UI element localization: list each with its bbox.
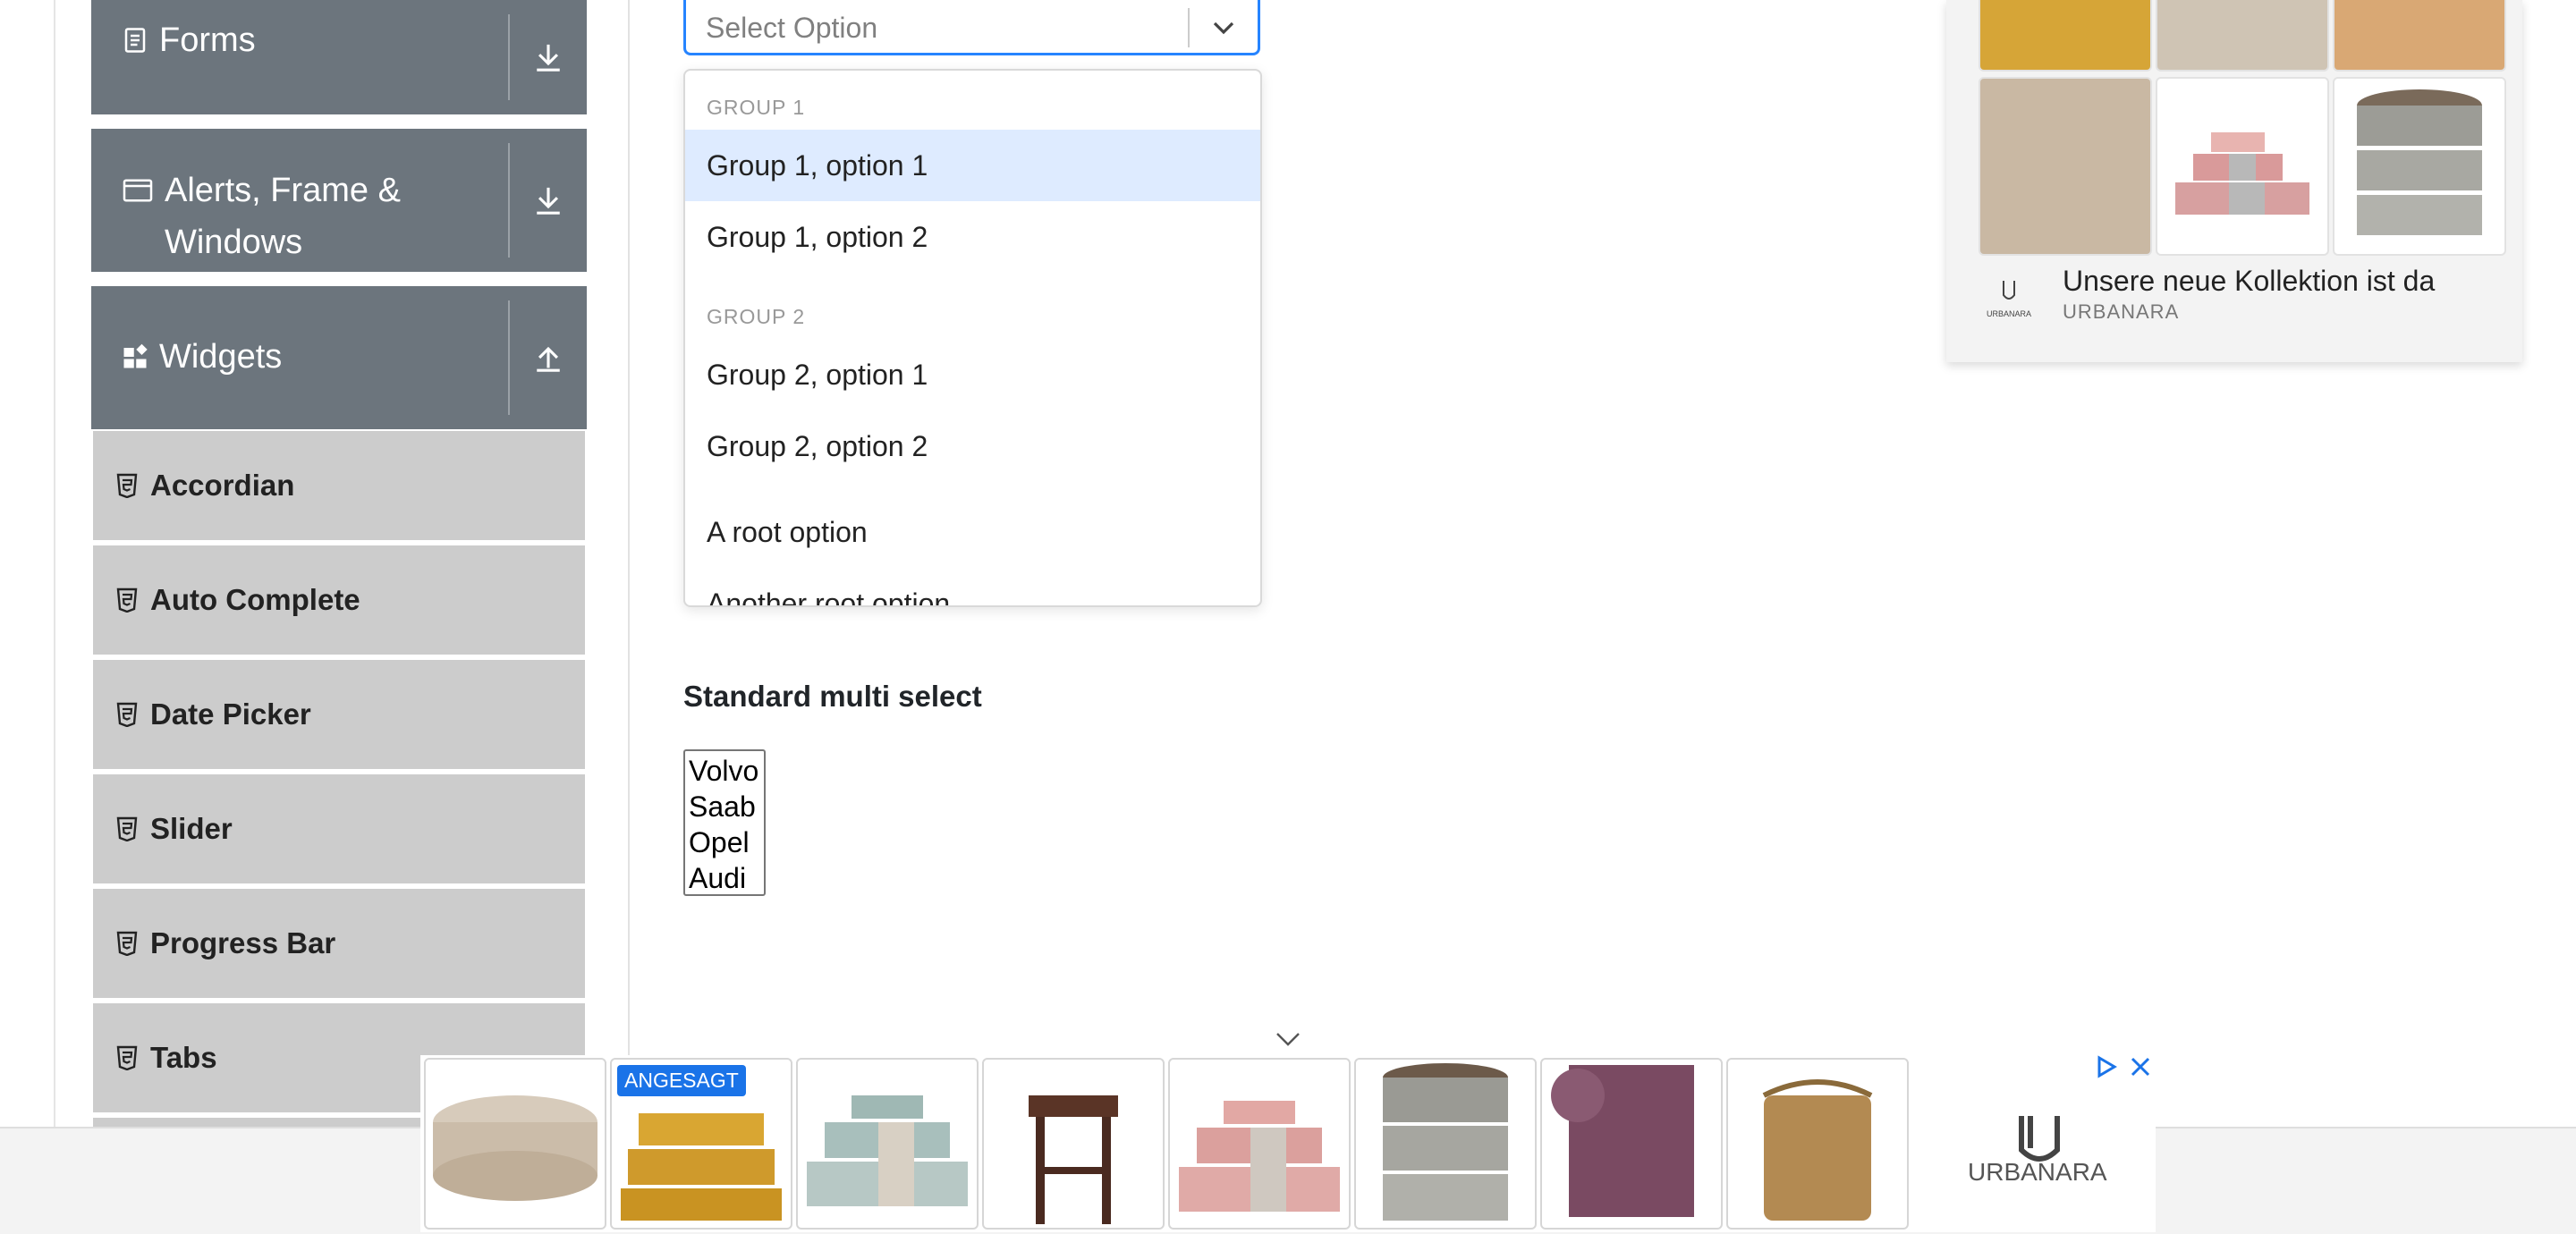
- cars-multi-select[interactable]: Volvo Saab Opel Audi: [683, 749, 766, 896]
- html5-icon: [116, 702, 138, 727]
- html5-icon: [116, 816, 138, 841]
- ad-product-image[interactable]: [982, 1058, 1165, 1230]
- widgets-icon: [123, 343, 148, 368]
- bowls-image: [2357, 89, 2482, 235]
- menu-option[interactable]: Another root option: [685, 568, 1260, 606]
- menu-option[interactable]: Group 2, option 1: [685, 339, 1260, 410]
- sidebar-group-alerts[interactable]: Alerts, Frame & Windows: [91, 129, 587, 272]
- sidebar-group-label-line2: Windows: [165, 224, 303, 261]
- close-icon[interactable]: [2129, 1055, 2152, 1078]
- download-arrow-icon: [537, 44, 560, 72]
- html5-icon: [116, 473, 138, 498]
- ad-caption[interactable]: Unsere neue Kollektion ist da: [2063, 265, 2435, 298]
- download-arrow-icon: [537, 187, 560, 215]
- html5-icon: [116, 587, 138, 613]
- sidebar-item-label: Accordian: [150, 469, 295, 502]
- sidebar-group-label: Alerts, Frame &: [165, 172, 401, 209]
- ad-product-image[interactable]: [2156, 0, 2329, 72]
- html5-icon: [116, 931, 138, 956]
- ad-controls: [2095, 1055, 2152, 1078]
- sidebar-item-label: Tabs: [150, 1041, 217, 1074]
- ad-brand: URBANARA: [2063, 300, 2180, 323]
- ad-product-image[interactable]: [1726, 1058, 1909, 1230]
- select-option-dropdown[interactable]: Select Option: [683, 0, 1260, 55]
- form-icon: [124, 28, 146, 53]
- dropdown-indicator[interactable]: [1190, 2, 1258, 36]
- adchoices-play-icon[interactable]: [2095, 1055, 2118, 1078]
- group-heading: GROUP 2: [707, 305, 806, 328]
- sidebar-item-accordian[interactable]: Accordian: [93, 431, 585, 540]
- group-heading: GROUP 1: [707, 96, 806, 119]
- sidebar-item-progress-bar[interactable]: Progress Bar: [93, 889, 585, 998]
- multi-select-option[interactable]: Opel: [689, 824, 760, 860]
- bowls-image: [1383, 1063, 1508, 1221]
- ad-product-image[interactable]: [1168, 1058, 1351, 1230]
- content-divider: [628, 0, 630, 1127]
- pouf-image: [433, 1095, 597, 1201]
- ad-product-image[interactable]: [1979, 0, 2152, 72]
- ad-product-image[interactable]: [1979, 77, 2152, 256]
- stool-image: [1029, 1095, 1118, 1224]
- group-toggle-button[interactable]: [510, 286, 587, 429]
- svg-text:URBANARA: URBANARA: [1987, 309, 2031, 318]
- multi-select-option[interactable]: Saab: [689, 789, 760, 824]
- sidebar-item-label: Slider: [150, 812, 233, 845]
- basket-image: [1762, 1079, 1873, 1221]
- sidebar-item-slider[interactable]: Slider: [93, 774, 585, 883]
- advertisement-bottom[interactable]: ANGESAGT: [420, 1055, 2156, 1232]
- multi-select-option[interactable]: Volvo: [689, 753, 760, 789]
- sidebar-item-label: Date Picker: [150, 697, 311, 731]
- page-container-border: [54, 0, 55, 1127]
- menu-option[interactable]: Group 2, option 2: [685, 410, 1260, 482]
- sidebar-item-date-picker[interactable]: Date Picker: [93, 660, 585, 769]
- group-toggle-button[interactable]: [510, 129, 587, 272]
- group-toggle-button[interactable]: [510, 0, 587, 114]
- ad-product-image[interactable]: [796, 1058, 979, 1230]
- sidebar-item-auto-complete[interactable]: Auto Complete: [93, 545, 585, 655]
- collapse-ad-chevron-icon[interactable]: [1274, 1028, 1302, 1048]
- throw-blanket-image: [1551, 1065, 1694, 1217]
- ad-product-image[interactable]: [2156, 77, 2329, 256]
- multi-select-title: Standard multi select: [683, 680, 982, 713]
- towels-image: [2175, 132, 2309, 215]
- sidebar-group-forms[interactable]: Forms: [91, 0, 587, 114]
- html5-icon: [116, 1045, 138, 1070]
- menu-option[interactable]: Group 1, option 1: [685, 130, 1260, 201]
- window-icon: [123, 179, 153, 202]
- chevron-down-icon: [1213, 21, 1234, 35]
- select-menu: GROUP 1 Group 1, option 1 Group 1, optio…: [683, 69, 1262, 607]
- urbanara-logo-icon: URBANARA: [1987, 281, 2031, 318]
- ad-product-image[interactable]: [1540, 1058, 1723, 1230]
- sidebar-group-label: Forms: [159, 21, 256, 59]
- multi-select-option[interactable]: Audi: [689, 860, 760, 896]
- select-placeholder: Select Option: [706, 11, 878, 44]
- sidebar-item-label: Auto Complete: [150, 583, 360, 616]
- ad-product-image[interactable]: [424, 1058, 606, 1230]
- sidebar-group-widgets[interactable]: Widgets: [91, 286, 587, 429]
- advertisement-top[interactable]: URBANARA Unsere neue Kollektion ist da U…: [1946, 0, 2522, 362]
- sidebar-item-label: Progress Bar: [150, 926, 336, 959]
- ad-product-image[interactable]: [2333, 0, 2506, 72]
- menu-option[interactable]: A root option: [685, 496, 1260, 568]
- trending-badge: ANGESAGT: [617, 1065, 746, 1096]
- towels-image: [1179, 1101, 1340, 1212]
- upload-arrow-icon: [537, 346, 560, 372]
- towels-image: [807, 1095, 968, 1206]
- menu-option[interactable]: Group 1, option 2: [685, 201, 1260, 273]
- ad-product-image[interactable]: [2333, 77, 2506, 256]
- ad-product-image[interactable]: [1354, 1058, 1537, 1230]
- ad-brand: URBANARA: [1968, 1158, 2107, 1186]
- sidebar-group-label: Widgets: [159, 338, 283, 376]
